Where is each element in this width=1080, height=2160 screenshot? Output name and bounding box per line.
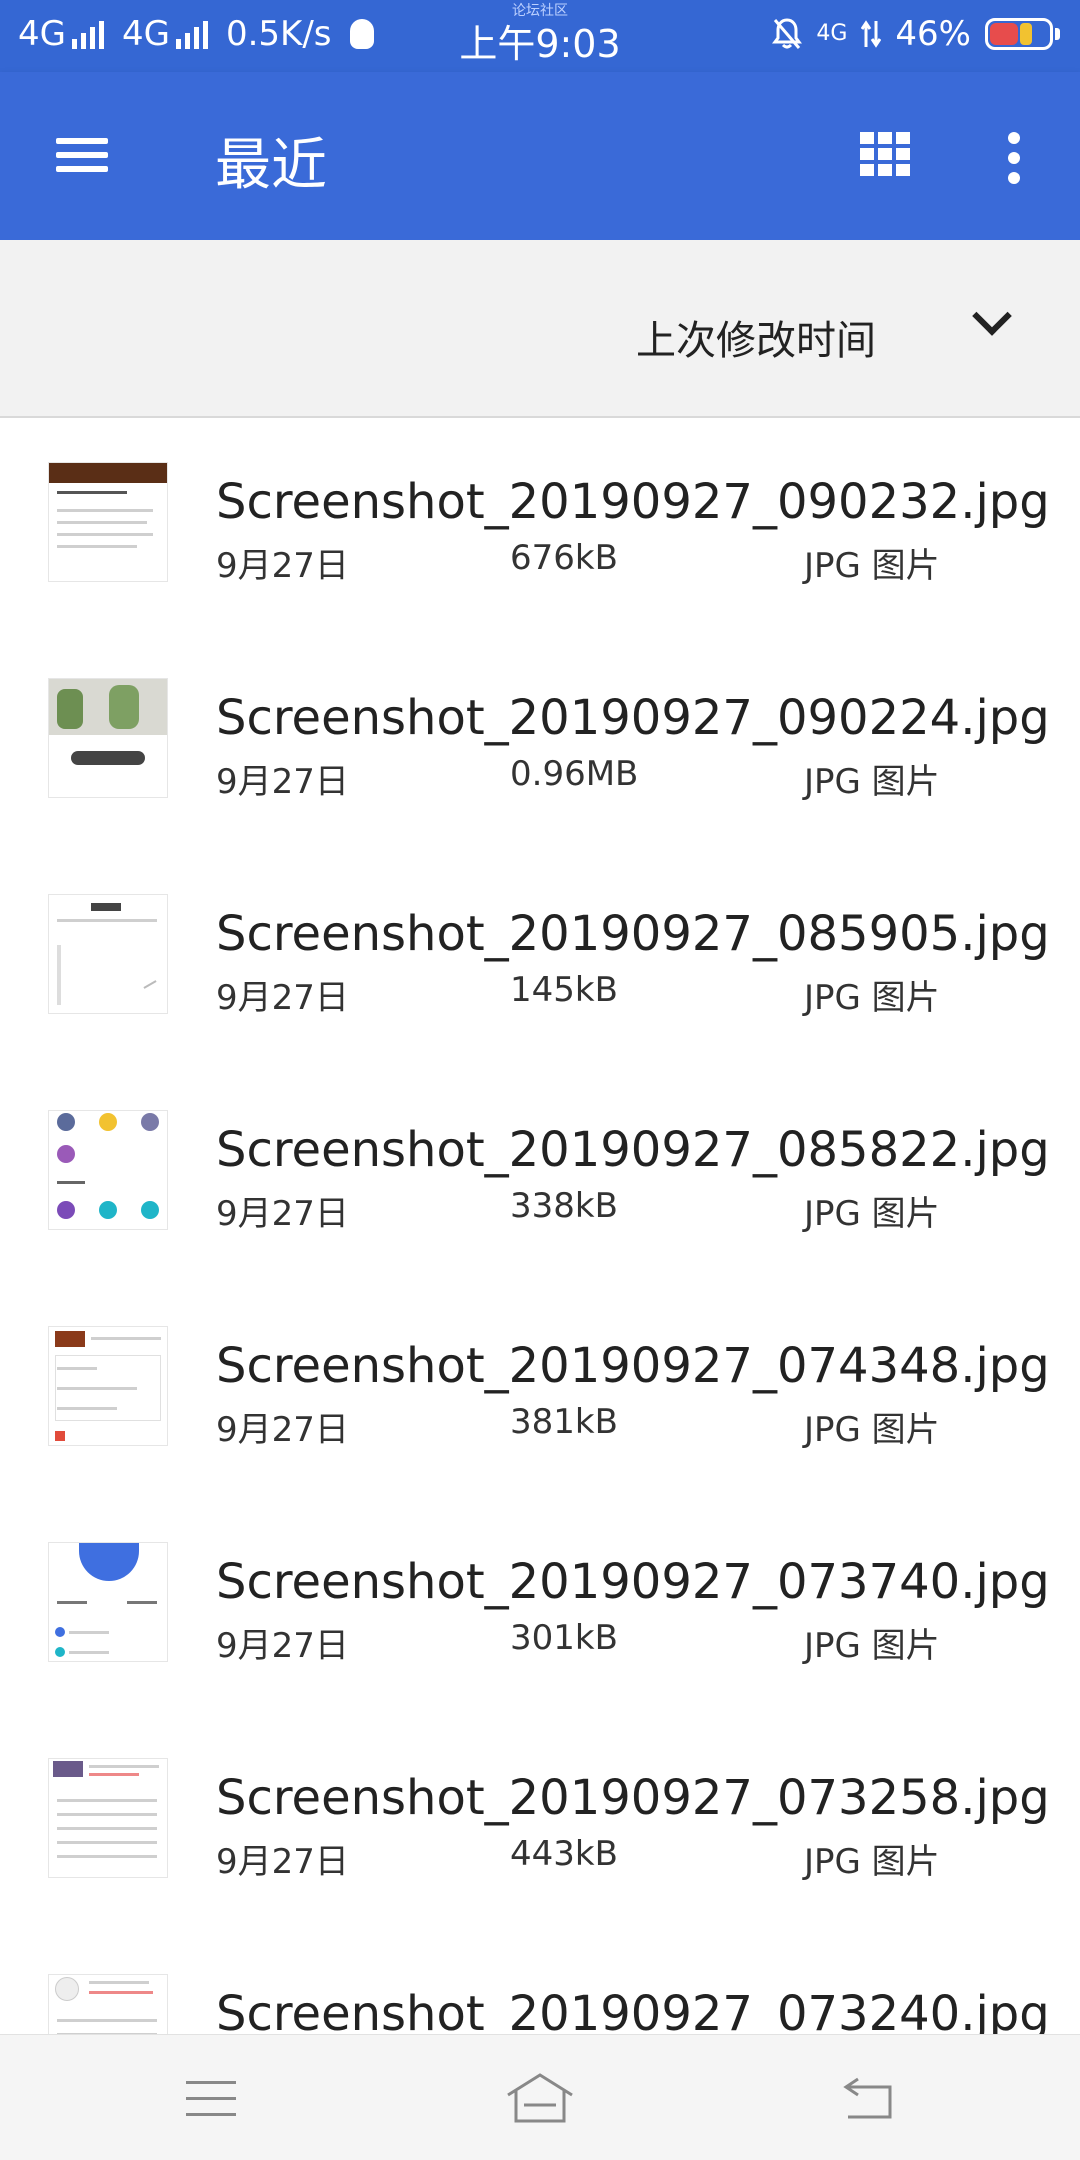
page-title: 最近 [215,133,327,198]
file-name: Screenshot_20190927_085905.jpg [216,906,1050,962]
file-type: JPG 图片 [804,762,940,802]
file-size: 381kB [510,1402,618,1442]
home-icon[interactable] [504,2071,576,2125]
file-thumbnail [48,894,168,1014]
file-type: JPG 图片 [804,1194,940,1234]
file-thumbnail [48,1974,168,2034]
app-bar: 最近 [0,72,1080,240]
grid-view-icon[interactable] [860,132,916,180]
file-thumbnail [48,1542,168,1662]
list-item[interactable]: Screenshot_20190927_073258.jpg 9月27日 443… [0,1716,1080,1932]
back-icon[interactable] [838,2075,898,2121]
file-name: Screenshot_20190927_073740.jpg [216,1554,1050,1610]
list-item[interactable]: Screenshot_20190927_090224.jpg 9月27日 0.9… [0,636,1080,852]
status-bar: 论坛社区 4G 4G 0.5K/s 上午9:03 4G 46% [0,0,1080,72]
file-thumbnail [48,1326,168,1446]
mute-bell-icon [772,18,803,49]
battery-percent: 46% [895,14,971,54]
file-name: Screenshot_20190927_085822.jpg [216,1122,1050,1178]
list-item[interactable]: Screenshot_20190927_085905.jpg 9月27日 145… [0,852,1080,1068]
file-type: JPG 图片 [804,1626,940,1666]
file-type: JPG 图片 [804,978,940,1018]
file-type: JPG 图片 [804,1410,940,1450]
network-type-3: 4G [816,21,848,46]
file-date: 9月27日 [216,1626,349,1666]
file-type: JPG 图片 [804,546,940,586]
file-name: Screenshot_20190927_090224.jpg [216,690,1050,746]
file-name: Screenshot_20190927_090232.jpg [216,474,1050,530]
file-size: 338kB [510,1186,618,1226]
list-item[interactable]: Screenshot_20190927_073740.jpg 9月27日 301… [0,1500,1080,1716]
file-date: 9月27日 [216,762,349,802]
file-date: 9月27日 [216,1194,349,1234]
file-size: 443kB [510,1834,618,1874]
file-thumbnail [48,1758,168,1878]
file-size: 0.96MB [510,754,639,794]
file-name: Screenshot_20190927_074348.jpg [216,1338,1050,1394]
file-size: 676kB [510,538,618,578]
list-item[interactable]: Screenshot_20190927_073240.jpg [0,1932,1080,2034]
file-thumbnail [48,462,168,582]
file-date: 9月27日 [216,1842,349,1882]
list-item[interactable]: Screenshot_20190927_074348.jpg 9月27日 381… [0,1284,1080,1500]
sort-dropdown[interactable]: 上次修改时间 [636,308,876,366]
file-date: 9月27日 [216,978,349,1018]
file-size: 301kB [510,1618,618,1658]
file-thumbnail [48,1110,168,1230]
chevron-down-icon[interactable] [972,302,1008,338]
data-arrows-icon [861,20,882,48]
list-item[interactable]: Screenshot_20190927_085822.jpg 9月27日 338… [0,1068,1080,1284]
file-name: Screenshot_20190927_073258.jpg [216,1770,1050,1826]
file-size: 145kB [510,970,618,1010]
file-type: JPG 图片 [804,1842,940,1882]
file-list: Screenshot_20190927_090232.jpg 9月27日 676… [0,420,1080,2034]
system-nav-bar [0,2034,1080,2160]
sort-bar: 上次修改时间 [0,240,1080,418]
file-name: Screenshot_20190927_073240.jpg [216,1986,1050,2034]
file-thumbnail [48,678,168,798]
hamburger-menu-icon[interactable] [52,124,112,184]
more-vert-icon[interactable] [1000,128,1030,188]
file-date: 9月27日 [216,1410,349,1450]
list-item[interactable]: Screenshot_20190927_090232.jpg 9月27日 676… [0,420,1080,636]
file-date: 9月27日 [216,546,349,586]
nav-menu-icon[interactable] [186,2079,236,2119]
battery-icon [985,18,1060,50]
